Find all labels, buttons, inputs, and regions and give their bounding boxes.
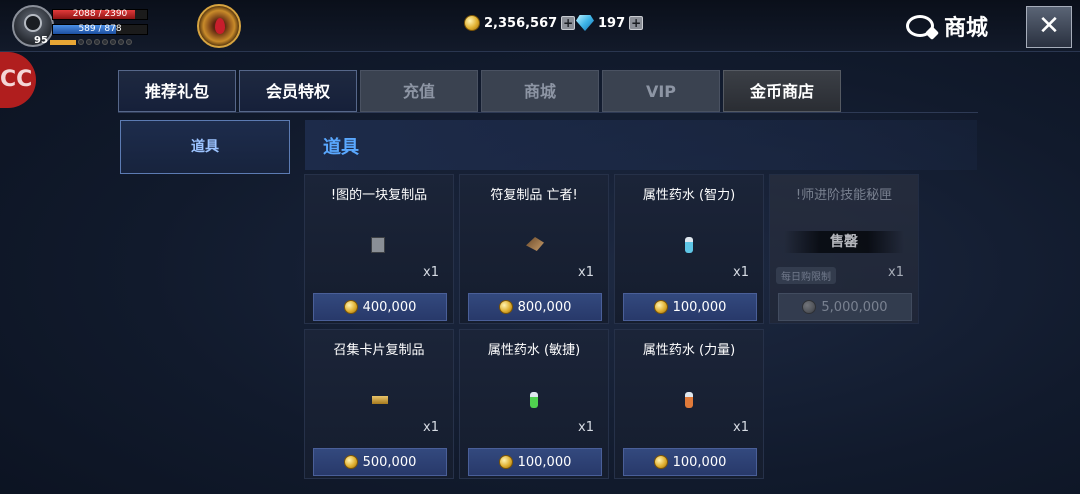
gold-currency: 2,356,567 + (464, 15, 576, 31)
buy-button[interactable]: 100,000 (623, 448, 757, 476)
buy-button[interactable]: 800,000 (468, 293, 602, 321)
xp-segment (78, 39, 84, 45)
feather-icon (526, 237, 544, 251)
gold-coin-icon (802, 300, 817, 314)
side-badge[interactable]: CC (0, 52, 36, 108)
item-name: 属性药水 (力量) (642, 343, 736, 358)
shop-item-card[interactable]: !图的一块复制品 x1 400,000 (304, 174, 454, 324)
buy-button[interactable]: 400,000 (313, 293, 447, 321)
xp-segment (126, 39, 132, 45)
blue-potion-icon (685, 237, 693, 253)
shop-item-card[interactable]: 召集卡片复制品 x1 500,000 (304, 329, 454, 479)
top-bar: 95 2088 / 2390 589 / 878 2,356,567 + 197… (0, 0, 1080, 52)
close-button[interactable]: ✕ (1026, 6, 1072, 48)
item-name: 属性药水 (敏捷) (487, 343, 581, 358)
xp-fill (50, 39, 76, 45)
xp-segment (86, 39, 92, 45)
shop-header: 商城 (906, 10, 988, 42)
category-items[interactable]: 道具 (120, 120, 290, 174)
tab-member[interactable]: 会员特权 (239, 70, 357, 112)
tab-shop[interactable]: 商城 (481, 70, 599, 112)
page-title: 商城 (944, 16, 989, 41)
gold-coin-icon (653, 300, 668, 314)
sold-out-label: 售罄 (784, 231, 904, 253)
gold-coin-icon (343, 455, 358, 469)
item-quantity: x1 (578, 265, 594, 280)
panel-header: 道具 (305, 120, 977, 170)
gold-coin-icon (343, 300, 358, 314)
xp-segment (102, 39, 108, 45)
player-portrait-icon (24, 14, 42, 32)
green-potion-icon (530, 392, 538, 408)
panel-title: 道具 (323, 137, 359, 158)
shop-item-card[interactable]: 属性药水 (敏捷) x1 100,000 (459, 329, 609, 479)
item-name: 符复制品 亡者! (490, 188, 578, 203)
daily-limit-badge: 每日购限制 (776, 267, 836, 284)
add-gold-button[interactable]: + (561, 16, 576, 30)
item-name: 属性药水 (智力) (642, 188, 736, 203)
gold-amount: 2,356,567 (484, 15, 558, 31)
shop-item-card-sold-out[interactable]: !师进阶技能秘匣 售罄 每日购限制 x1 5,000,000 (769, 174, 919, 324)
shop-item-card[interactable]: 属性药水 (力量) x1 100,000 (614, 329, 764, 479)
gold-coin-icon (464, 15, 480, 31)
tab-divider (118, 112, 978, 113)
buy-button[interactable]: 100,000 (468, 448, 602, 476)
hp-text: 2088 / 2390 (72, 9, 128, 19)
buy-button[interactable]: 100,000 (623, 293, 757, 321)
item-price: 500,000 (362, 454, 417, 470)
shop-item-card[interactable]: 符复制品 亡者! x1 800,000 (459, 174, 609, 324)
item-price: 800,000 (517, 299, 572, 315)
item-quantity: x1 (733, 265, 749, 280)
guild-emblem-icon[interactable] (197, 4, 241, 48)
stone-fragment-icon (371, 237, 385, 253)
tab-vip[interactable]: VIP (602, 70, 720, 112)
player-level: 95 (34, 35, 48, 46)
diamond-currency: 197 + (576, 15, 644, 31)
shop-icon (906, 15, 934, 37)
item-price: 5,000,000 (821, 299, 888, 315)
item-price: 100,000 (672, 299, 727, 315)
gold-coin-icon (653, 455, 668, 469)
item-quantity: x1 (888, 265, 904, 280)
add-diamond-button[interactable]: + (629, 16, 644, 30)
card-icon (372, 396, 388, 404)
item-name: !师进阶技能秘匣 (795, 188, 893, 203)
item-price: 400,000 (362, 299, 417, 315)
avatar[interactable]: 95 (12, 5, 54, 47)
xp-bar (50, 38, 148, 46)
diamond-amount: 197 (598, 15, 626, 31)
item-quantity: x1 (733, 420, 749, 435)
xp-segment (94, 39, 100, 45)
shop-tabs: 推荐礼包 会员特权 充值 商城 VIP 金币商店 (118, 70, 841, 112)
tab-gold-shop[interactable]: 金币商店 (723, 70, 841, 112)
xp-segment (110, 39, 116, 45)
tab-recharge[interactable]: 充值 (360, 70, 478, 112)
item-quantity: x1 (423, 265, 439, 280)
item-name: !图的一块复制品 (330, 188, 428, 203)
item-price: 100,000 (672, 454, 727, 470)
gem-emblem-icon (215, 18, 225, 34)
buy-button[interactable]: 500,000 (313, 448, 447, 476)
item-price: 100,000 (517, 454, 572, 470)
item-quantity: x1 (423, 420, 439, 435)
gold-coin-icon (498, 455, 513, 469)
gold-coin-icon (498, 300, 513, 314)
mp-bar: 589 / 878 (52, 24, 148, 35)
diamond-icon (576, 15, 594, 31)
mp-text: 589 / 878 (78, 24, 122, 34)
shop-item-card[interactable]: 属性药水 (智力) x1 100,000 (614, 174, 764, 324)
orange-potion-icon (685, 392, 693, 408)
hp-bar: 2088 / 2390 (52, 9, 148, 20)
item-name: 召集卡片复制品 (333, 343, 425, 358)
buy-button-disabled[interactable]: 5,000,000 (778, 293, 912, 321)
tab-recommended[interactable]: 推荐礼包 (118, 70, 236, 112)
item-quantity: x1 (578, 420, 594, 435)
xp-segment (118, 39, 124, 45)
